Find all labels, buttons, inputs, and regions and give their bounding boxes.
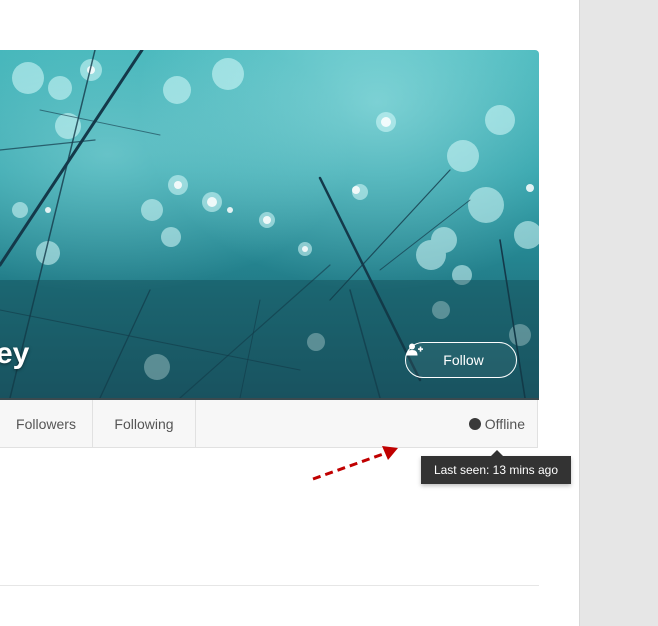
- profile-card: ey Follow Followers Following Offline: [0, 50, 539, 448]
- profile-name: ey: [0, 337, 30, 370]
- last-seen-text: Last seen: 13 mins ago: [433, 463, 559, 477]
- status-dot-icon: [468, 417, 481, 430]
- dashed-arrow-icon: [312, 446, 398, 481]
- section-divider: [0, 585, 539, 586]
- tab-following[interactable]: Following: [93, 400, 196, 447]
- online-status[interactable]: Offline: [468, 400, 525, 447]
- cover-photo: ey Follow: [0, 50, 539, 400]
- follow-button-label: Follow: [443, 352, 484, 368]
- right-gutter: [579, 0, 658, 626]
- status-label: Offline: [484, 415, 525, 432]
- follow-button[interactable]: Follow: [405, 342, 517, 378]
- last-seen-tooltip: Last seen: 13 mins ago: [421, 450, 571, 484]
- profile-tabs: Followers Following Offline: [0, 400, 538, 448]
- tab-following-label: Following: [114, 415, 174, 432]
- tab-followers-label: Followers: [16, 415, 76, 432]
- tab-followers[interactable]: Followers: [0, 400, 93, 447]
